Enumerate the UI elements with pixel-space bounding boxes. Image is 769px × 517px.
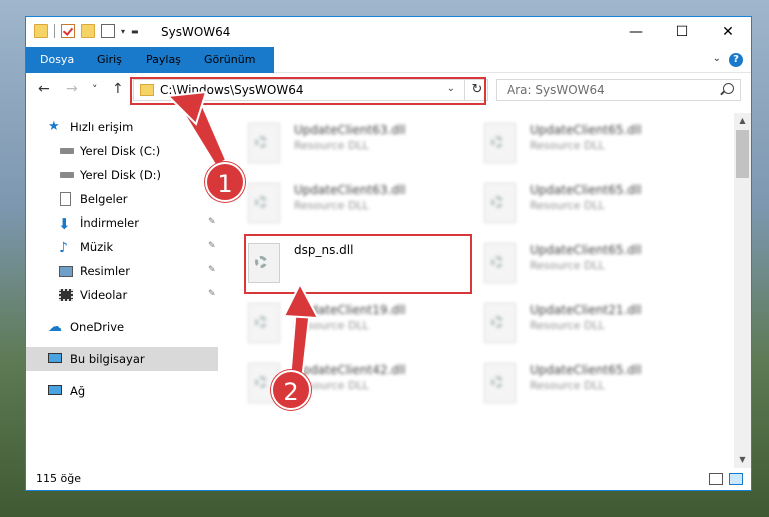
step-1-badge: 1 — [205, 162, 245, 202]
annotation-arrows — [165, 90, 320, 381]
step-2-badge: 2 — [271, 370, 311, 410]
arrow-2-head — [282, 281, 320, 320]
